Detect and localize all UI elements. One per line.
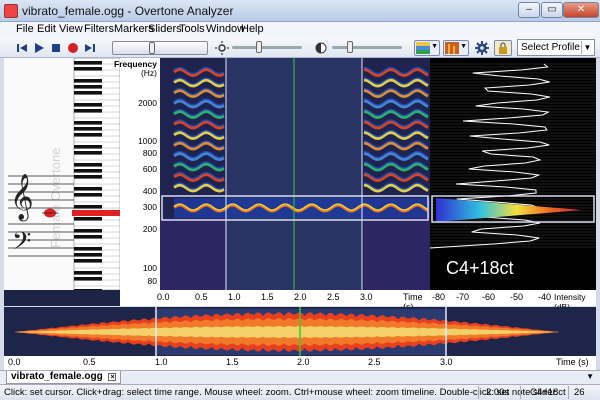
contrast-knob[interactable] (347, 41, 353, 53)
intensity-tick: -40 (538, 292, 552, 302)
waveform-graphic (4, 307, 596, 357)
status-note: C4+18ct (530, 387, 566, 398)
intensity-tick: -50 (510, 292, 524, 302)
window-title: vibrato_female.ogg - Overtone Analyzer (22, 4, 234, 18)
freq-tick-400: 400 (142, 186, 157, 196)
harmonics-spectrum[interactable]: C4+18ct (430, 58, 596, 290)
tab-close-icon[interactable]: × (108, 373, 117, 381)
skip-forward-icon[interactable] (83, 41, 97, 55)
freq-tick-100: 100 (142, 263, 157, 273)
play-icon[interactable] (32, 41, 46, 55)
freq-tick-2000: 2000 (138, 98, 157, 108)
dropdown-arrow-icon: ▼ (460, 43, 467, 50)
status-bar: Click: set cursor. Click+drag: select ti… (0, 384, 600, 400)
ov-time-tick: 3.0 (440, 357, 453, 367)
harmonics-graphic (430, 58, 596, 290)
spectrum-icon (445, 42, 459, 54)
status-number: 26 (574, 387, 585, 398)
colormap-button[interactable]: ▼ (414, 40, 440, 56)
ov-time-tick: 0.0 (8, 357, 21, 367)
maximize-button[interactable]: ▭ (541, 2, 563, 18)
menu-filters[interactable]: Filters (84, 23, 114, 35)
toolbar: ▼ ▼ Select Profile ▼ (0, 38, 600, 58)
frequency-axis: Frequency (Hz) 2000 1000 800 600 400 300… (114, 58, 160, 290)
menu-tools[interactable]: Tools (179, 23, 205, 35)
freq-tick-200: 200 (142, 224, 157, 234)
intensity-tick: -70 (456, 292, 470, 302)
profile-select-value: Select Profile (521, 42, 580, 53)
time-tick: 2.0 (294, 292, 307, 302)
freq-tick-1000: 1000 (138, 136, 157, 146)
menu-bar: File Edit View Filters Markers Sliders T… (0, 22, 600, 38)
brightness-knob[interactable] (256, 41, 262, 53)
profile-select[interactable]: Select Profile ▼ (517, 39, 595, 56)
bass-clef-icon: 𝄢 (12, 227, 31, 262)
time-tick: 3.0 (360, 292, 373, 302)
view-mode-button[interactable]: ▼ (443, 40, 469, 56)
ov-time-tick: 1.5 (226, 357, 239, 367)
chevron-down-icon: ▼ (581, 41, 593, 54)
playback-position-slider[interactable] (112, 41, 208, 55)
time-tick: 0.0 (157, 292, 170, 302)
ov-time-axis-unit: Time (s) (556, 357, 589, 367)
gear-icon[interactable] (475, 41, 489, 55)
piano-keyboard-panel[interactable]: 𝄞 𝄢 Female Overtone (4, 58, 120, 290)
freq-tick-600: 600 (142, 164, 157, 174)
intensity-axis: -80 -70 -60 -50 -40 Intensity (dB) (430, 290, 596, 312)
freq-tick-80: 80 (147, 276, 157, 286)
tab-label: vibrato_female.ogg (11, 371, 103, 382)
menu-sliders[interactable]: Sliders (148, 23, 182, 35)
lock-button[interactable] (494, 40, 512, 56)
tab-vibrato-file[interactable]: vibrato_female.ogg × (6, 371, 122, 384)
skip-back-icon[interactable] (15, 41, 29, 55)
dropdown-arrow-icon: ▼ (431, 43, 438, 50)
time-tick: 0.5 (195, 292, 208, 302)
freq-tick-800: 800 (142, 148, 157, 158)
spectrogram-graphic (160, 58, 430, 290)
tab-list-arrow-icon[interactable]: ▼ (586, 372, 594, 381)
current-note-bar (72, 210, 120, 216)
ov-time-tick: 2.0 (297, 357, 310, 367)
menu-window[interactable]: Window (206, 23, 245, 35)
time-tick: 2.5 (327, 292, 340, 302)
watermark-text: Female Overtone (48, 147, 63, 248)
close-button[interactable]: ✕ (563, 2, 599, 18)
document-tab-bar: vibrato_female.ogg × ▼ (0, 370, 600, 384)
overview-time-axis: 0.0 0.5 1.0 1.5 2.0 2.5 3.0 Time (s) (4, 356, 596, 370)
frequency-axis-unit: (Hz) (140, 68, 157, 78)
contrast-slider[interactable] (332, 46, 402, 49)
status-time: 2.00s (486, 387, 510, 398)
freq-tick-300: 300 (142, 202, 157, 212)
menu-view[interactable]: View (59, 23, 83, 35)
contrast-icon (315, 42, 327, 54)
time-tick: 1.5 (261, 292, 274, 302)
record-icon[interactable] (66, 41, 80, 55)
app-icon (4, 4, 18, 18)
ov-time-tick: 2.5 (368, 357, 381, 367)
minimize-button[interactable]: – (518, 2, 540, 18)
menu-edit[interactable]: Edit (37, 23, 56, 35)
lock-icon (499, 42, 507, 54)
spectrogram-time-axis: 0.0 0.5 1.0 1.5 2.0 2.5 3.0 Time (s) (120, 290, 430, 312)
colormap-icon (416, 42, 430, 54)
ov-time-tick: 0.5 (83, 357, 96, 367)
analysis-view: 𝄞 𝄢 Female Overtone Frequency (Hz) 2000 … (4, 58, 596, 312)
brightness-icon (215, 41, 229, 55)
menu-help[interactable]: Help (241, 23, 264, 35)
stop-icon[interactable] (49, 41, 63, 55)
menu-file[interactable]: File (16, 23, 34, 35)
ov-time-tick: 1.0 (155, 357, 168, 367)
intensity-tick: -80 (432, 292, 446, 302)
intensity-tick: -60 (482, 292, 496, 302)
brightness-slider[interactable] (232, 46, 302, 49)
time-tick: 1.0 (228, 292, 241, 302)
spectrogram[interactable] (160, 58, 430, 290)
status-hint: Click: set cursor. Click+drag: select ti… (4, 387, 558, 398)
note-readout: C4+18ct (446, 258, 514, 278)
treble-clef-icon: 𝄞 (10, 174, 34, 222)
title-bar: vibrato_female.ogg - Overtone Analyzer –… (0, 0, 600, 22)
position-knob[interactable] (149, 42, 155, 54)
